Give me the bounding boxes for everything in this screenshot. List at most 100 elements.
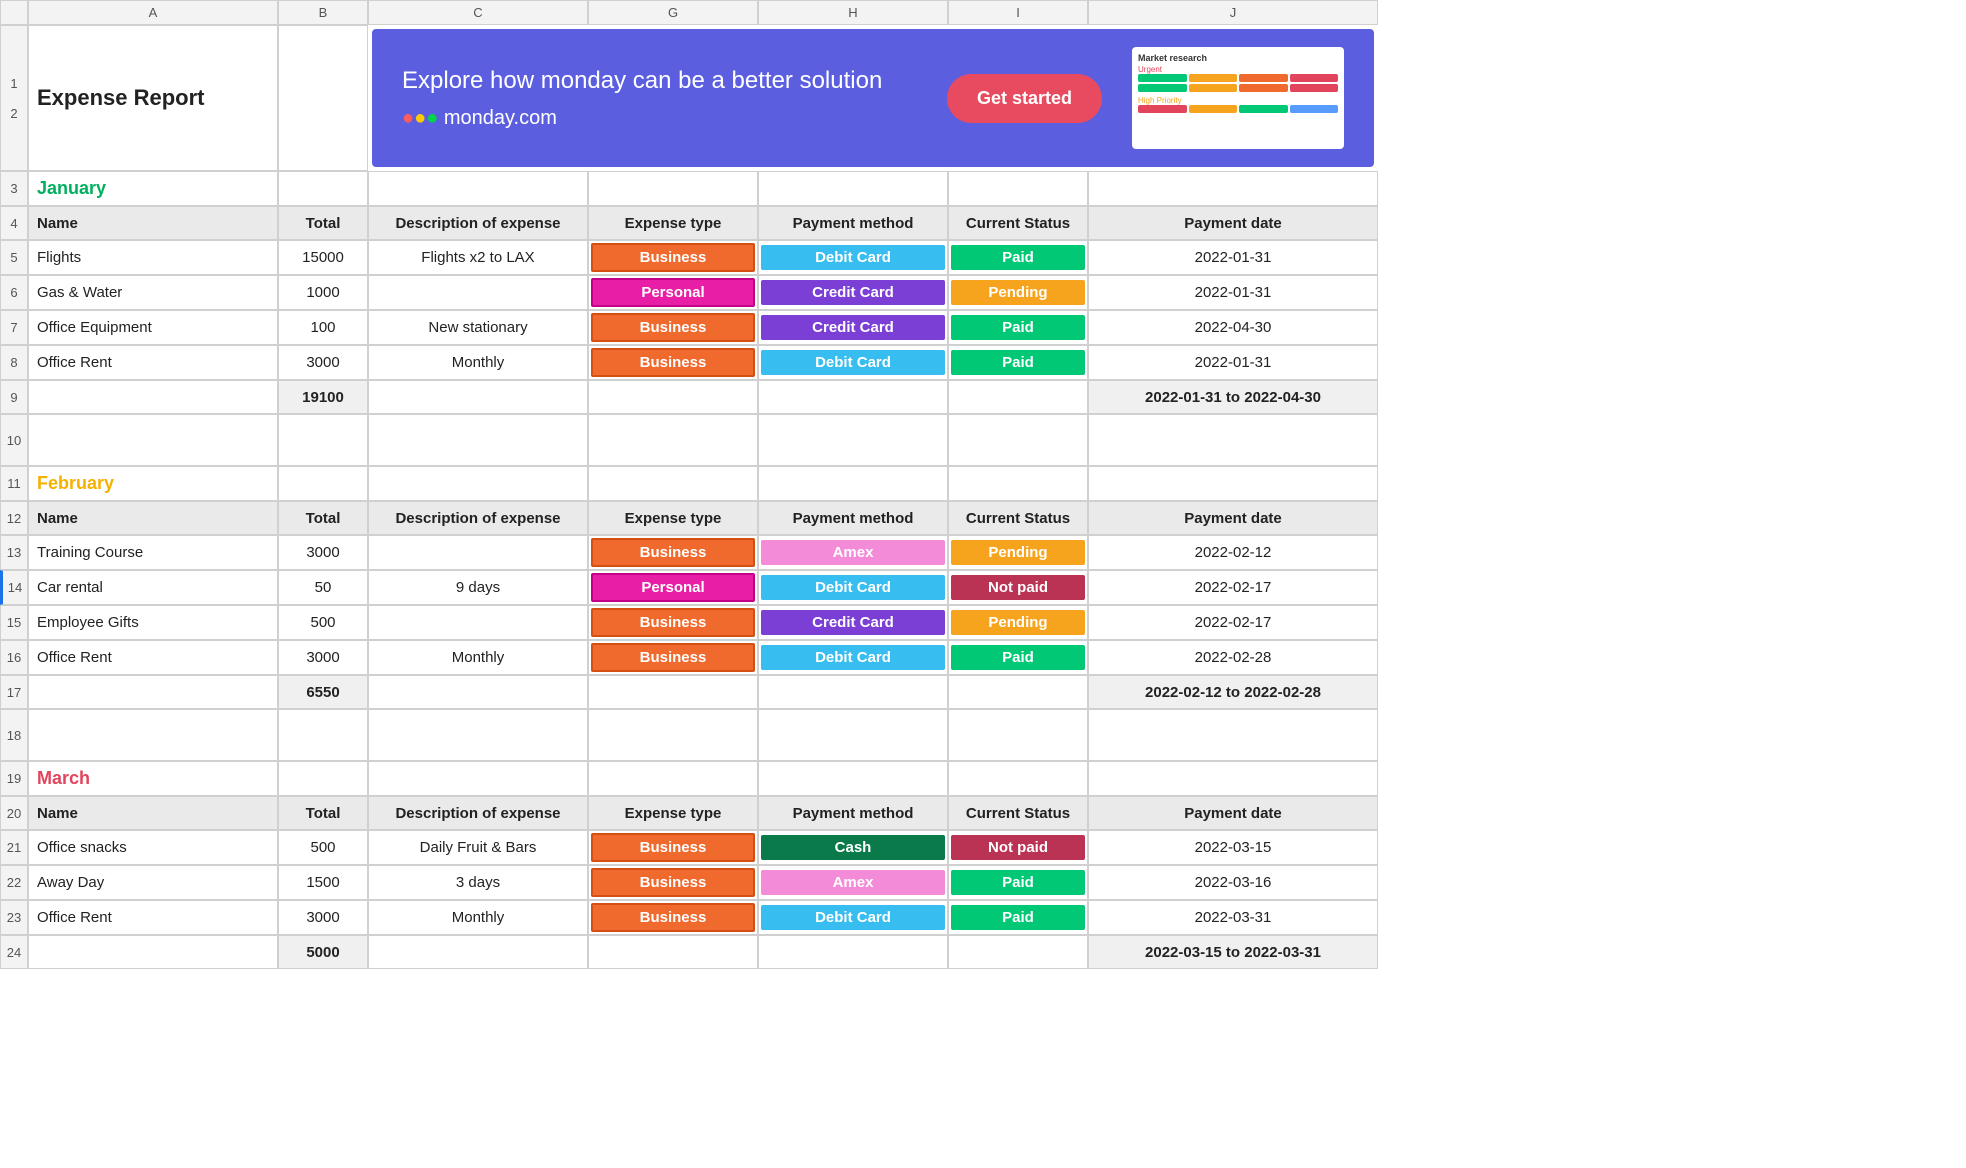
- table-row[interactable]: Away Day: [28, 865, 278, 900]
- col-header-B[interactable]: B: [278, 0, 368, 25]
- cell-B1[interactable]: [278, 25, 368, 171]
- table-row[interactable]: Employee Gifts: [28, 605, 278, 640]
- cell-type[interactable]: Business: [588, 240, 758, 275]
- cell[interactable]: [758, 935, 948, 969]
- select-all-corner[interactable]: [0, 0, 28, 25]
- cell[interactable]: [948, 414, 1088, 466]
- cell-desc[interactable]: 3 days: [368, 865, 588, 900]
- row-header-24[interactable]: 24: [0, 935, 28, 969]
- cell-desc[interactable]: [368, 535, 588, 570]
- row-header-12[interactable]: 12: [0, 501, 28, 535]
- cell-total[interactable]: 500: [278, 830, 368, 865]
- cell-desc[interactable]: Monthly: [368, 640, 588, 675]
- cell[interactable]: [948, 709, 1088, 761]
- col-header-I[interactable]: I: [948, 0, 1088, 25]
- cell[interactable]: [1088, 761, 1378, 796]
- row-header-11[interactable]: 11: [0, 466, 28, 501]
- cell-desc[interactable]: Monthly: [368, 900, 588, 935]
- cell-date[interactable]: 2022-01-31: [1088, 275, 1378, 310]
- row-header-20[interactable]: 20: [0, 796, 28, 830]
- cell[interactable]: [278, 414, 368, 466]
- row-header-7[interactable]: 7: [0, 310, 28, 345]
- cell[interactable]: [758, 414, 948, 466]
- col-header-J[interactable]: J: [1088, 0, 1378, 25]
- cell-status[interactable]: Pending: [948, 605, 1088, 640]
- cell[interactable]: [28, 414, 278, 466]
- cell-date[interactable]: 2022-02-17: [1088, 605, 1378, 640]
- table-row[interactable]: Office snacks: [28, 830, 278, 865]
- row-header-8[interactable]: 8: [0, 345, 28, 380]
- cell[interactable]: [28, 935, 278, 969]
- row-header-3[interactable]: 3: [0, 171, 28, 206]
- cell-status[interactable]: Not paid: [948, 570, 1088, 605]
- row-header-13[interactable]: 13: [0, 535, 28, 570]
- cell[interactable]: [1088, 414, 1378, 466]
- cell-date[interactable]: 2022-02-17: [1088, 570, 1378, 605]
- table-row[interactable]: Office Equipment: [28, 310, 278, 345]
- cell-desc[interactable]: Monthly: [368, 345, 588, 380]
- cell[interactable]: [368, 675, 588, 709]
- cell-date[interactable]: 2022-01-31: [1088, 345, 1378, 380]
- cell-total[interactable]: 50: [278, 570, 368, 605]
- row-header-23[interactable]: 23: [0, 900, 28, 935]
- row-header-1-2[interactable]: 12: [0, 25, 28, 171]
- cell-desc[interactable]: [368, 275, 588, 310]
- cell-payment[interactable]: Credit Card: [758, 275, 948, 310]
- row-header-9[interactable]: 9: [0, 380, 28, 414]
- col-header-H[interactable]: H: [758, 0, 948, 25]
- cell-payment[interactable]: Amex: [758, 535, 948, 570]
- row-header-22[interactable]: 22: [0, 865, 28, 900]
- cell-type[interactable]: Business: [588, 535, 758, 570]
- table-row[interactable]: Car rental: [28, 570, 278, 605]
- cell[interactable]: [588, 414, 758, 466]
- cell-desc[interactable]: Flights x2 to LAX: [368, 240, 588, 275]
- cell-payment[interactable]: Credit Card: [758, 310, 948, 345]
- cell[interactable]: [368, 414, 588, 466]
- cell[interactable]: [368, 709, 588, 761]
- cell[interactable]: [948, 675, 1088, 709]
- cell-type[interactable]: Business: [588, 310, 758, 345]
- cell-date[interactable]: 2022-03-16: [1088, 865, 1378, 900]
- cell-C3[interactable]: [368, 171, 588, 206]
- row-header-14[interactable]: 14: [0, 570, 28, 605]
- cell-payment[interactable]: Debit Card: [758, 240, 948, 275]
- col-header-G[interactable]: G: [588, 0, 758, 25]
- cell-desc[interactable]: Daily Fruit & Bars: [368, 830, 588, 865]
- table-row[interactable]: Flights: [28, 240, 278, 275]
- cell-status[interactable]: Paid: [948, 345, 1088, 380]
- cell[interactable]: [1088, 709, 1378, 761]
- cell-payment[interactable]: Debit Card: [758, 640, 948, 675]
- cell-payment[interactable]: Cash: [758, 830, 948, 865]
- cell[interactable]: [588, 709, 758, 761]
- row-header-19[interactable]: 19: [0, 761, 28, 796]
- cell[interactable]: [368, 935, 588, 969]
- cell[interactable]: [758, 675, 948, 709]
- cell-type[interactable]: Business: [588, 345, 758, 380]
- cell-status[interactable]: Pending: [948, 275, 1088, 310]
- col-header-C[interactable]: C: [368, 0, 588, 25]
- cell[interactable]: [948, 761, 1088, 796]
- row-header-18[interactable]: 18: [0, 709, 28, 761]
- row-header-4[interactable]: 4: [0, 206, 28, 240]
- table-row[interactable]: Office Rent: [28, 345, 278, 380]
- cell-type[interactable]: Business: [588, 830, 758, 865]
- cell-total[interactable]: 15000: [278, 240, 368, 275]
- cell-date[interactable]: 2022-04-30: [1088, 310, 1378, 345]
- cell-status[interactable]: Paid: [948, 900, 1088, 935]
- row-header-5[interactable]: 5: [0, 240, 28, 275]
- cell-date[interactable]: 2022-01-31: [1088, 240, 1378, 275]
- cell[interactable]: [758, 709, 948, 761]
- cell-payment[interactable]: Debit Card: [758, 345, 948, 380]
- cell-J3[interactable]: [1088, 171, 1378, 206]
- cell-date[interactable]: 2022-03-15: [1088, 830, 1378, 865]
- row-header-10[interactable]: 10: [0, 414, 28, 466]
- cell-payment[interactable]: Debit Card: [758, 900, 948, 935]
- cell-desc[interactable]: New stationary: [368, 310, 588, 345]
- cell[interactable]: [28, 709, 278, 761]
- cell-date[interactable]: 2022-02-28: [1088, 640, 1378, 675]
- cell[interactable]: [588, 935, 758, 969]
- cell-type[interactable]: Business: [588, 865, 758, 900]
- cell-status[interactable]: Paid: [948, 310, 1088, 345]
- cell-date[interactable]: 2022-03-31: [1088, 900, 1378, 935]
- row-header-6[interactable]: 6: [0, 275, 28, 310]
